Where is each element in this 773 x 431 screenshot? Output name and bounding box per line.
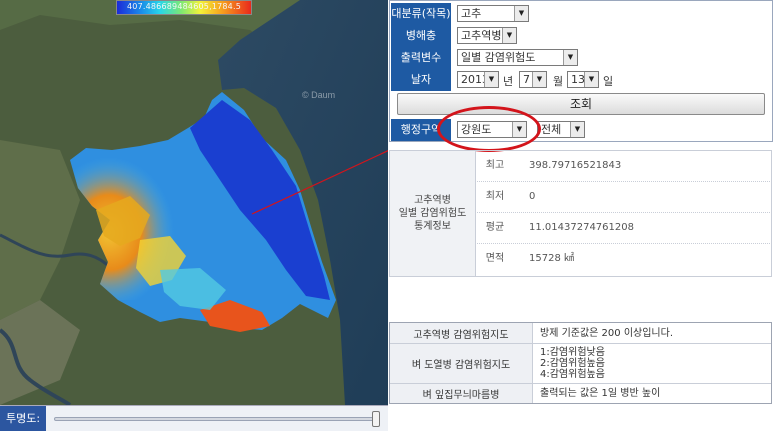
month-select[interactable]: 7 ▼	[519, 71, 547, 88]
opacity-slider-thumb[interactable]	[372, 411, 380, 427]
stat-label: 평균	[485, 222, 505, 233]
month-unit: 월	[553, 75, 564, 88]
legend-desc: 방제 기준값은 200 이상입니다.	[540, 323, 673, 343]
chevron-down-icon: ▼	[502, 28, 516, 43]
category-label: 대분류(작목)	[391, 3, 451, 25]
stat-value: 398.79716521843	[529, 160, 622, 171]
day-select[interactable]: 13 ▼	[567, 71, 599, 88]
month-value: 7	[523, 73, 530, 86]
stats-header-line: 일별 감염위험도	[398, 208, 467, 219]
map-watermark: © Daum	[302, 90, 336, 100]
output-var-label: 출력변수	[391, 47, 451, 69]
stat-row-area: 면적 15728 ㎢	[477, 244, 772, 275]
legend-desc-line: 4:감염위험높음	[540, 369, 605, 380]
map-image	[0, 0, 388, 405]
stats-header-line: 고추역병	[414, 195, 451, 206]
day-unit: 일	[603, 75, 614, 88]
stat-label: 최고	[485, 160, 505, 171]
stats-header: 고추역병 일별 감염위험도 통계정보	[390, 151, 476, 276]
chevron-down-icon: ▼	[484, 72, 498, 87]
disease-label: 병해충	[391, 25, 451, 47]
stat-value: 15728 ㎢	[529, 253, 574, 264]
disease-row: 병해충 고추역병 ▼	[391, 25, 773, 47]
colorbar-legend: 407.486689484605,1784.5	[116, 0, 252, 15]
stat-row-min: 최저 0	[477, 182, 772, 213]
date-label: 날자	[391, 69, 451, 91]
stats-table: 고추역병 일별 감염위험도 통계정보 최고 398.79716521843 최저…	[389, 150, 772, 277]
highlight-ellipse	[437, 106, 541, 152]
category-row: 대분류(작목) 고추 ▼	[391, 3, 773, 25]
chevron-down-icon: ▼	[532, 72, 546, 87]
colorbar-label: 407.486689484605,1784.5	[126, 2, 242, 11]
year-unit: 년	[503, 75, 514, 88]
legend-row: 벼 도열병 감염위험지도 1:감염위험낮음 2:감염위험높음 4:감염위험높음	[390, 344, 771, 384]
disease-value: 고추역병	[461, 29, 502, 42]
output-var-value: 일별 감염위험도	[461, 51, 536, 64]
legend-desc-line: 1:감염위험낮음	[540, 347, 605, 358]
stat-label: 면적	[485, 253, 505, 264]
legend-key: 벼 도열병 감염위험지도	[390, 344, 533, 383]
stats-header-line: 통계정보	[414, 221, 451, 232]
stat-value: 11.01437274761208	[529, 222, 634, 233]
output-var-select[interactable]: 일별 감염위험도 ▼	[457, 49, 578, 66]
opacity-label: 투명도:	[0, 406, 46, 431]
category-value: 고추	[461, 7, 482, 20]
legend-desc: 출력되는 값은 1일 병반 높이	[540, 384, 660, 403]
stat-value: 0	[529, 191, 536, 202]
stat-row-max: 최고 398.79716521843	[477, 151, 772, 182]
legend-desc-line: 방제 기준값은 200 이상입니다.	[540, 327, 674, 339]
stat-label: 최저	[485, 191, 505, 202]
disease-select[interactable]: 고추역병 ▼	[457, 27, 517, 44]
stat-row-mean: 평균 11.01437274761208	[477, 213, 772, 244]
category-select[interactable]: 고추 ▼	[457, 5, 529, 22]
risk-map[interactable]: 407.486689484605,1784.5 © Daum 투명도:	[0, 0, 388, 431]
day-value: 13	[571, 73, 585, 86]
district-value: 전체	[541, 123, 562, 136]
legend-key: 고추역병 감염위험지도	[390, 323, 533, 343]
chevron-down-icon: ▼	[563, 50, 577, 65]
chevron-down-icon: ▼	[584, 72, 598, 87]
legend-row: 고추역병 감염위험지도 방제 기준값은 200 이상입니다.	[390, 323, 771, 344]
opacity-slider-track[interactable]	[54, 417, 380, 421]
district-select[interactable]: 전체 ▼	[537, 121, 585, 138]
legend-row: 벼 잎집무늬마름병 출력되는 값은 1일 병반 높이	[390, 384, 771, 403]
output-var-row: 출력변수 일별 감염위험도 ▼	[391, 47, 773, 69]
legend-table: 고추역병 감염위험지도 방제 기준값은 200 이상입니다. 벼 도열병 감염위…	[389, 322, 772, 404]
legend-desc-line: 2:감염위험높음	[540, 358, 605, 369]
legend-key: 벼 잎집무늬마름병	[390, 384, 533, 403]
year-select[interactable]: 2013 ▼	[457, 71, 499, 88]
chevron-down-icon: ▼	[514, 6, 528, 21]
chevron-down-icon: ▼	[570, 122, 584, 137]
opacity-control: 투명도:	[0, 405, 388, 431]
legend-desc-line: 출력되는 값은 1일 병반 높이	[540, 388, 661, 399]
date-row: 날자 2013 ▼ 년 7 ▼ 월 13 ▼ 일	[391, 69, 773, 91]
legend-desc: 1:감염위험낮음 2:감염위험높음 4:감염위험높음	[540, 344, 605, 383]
